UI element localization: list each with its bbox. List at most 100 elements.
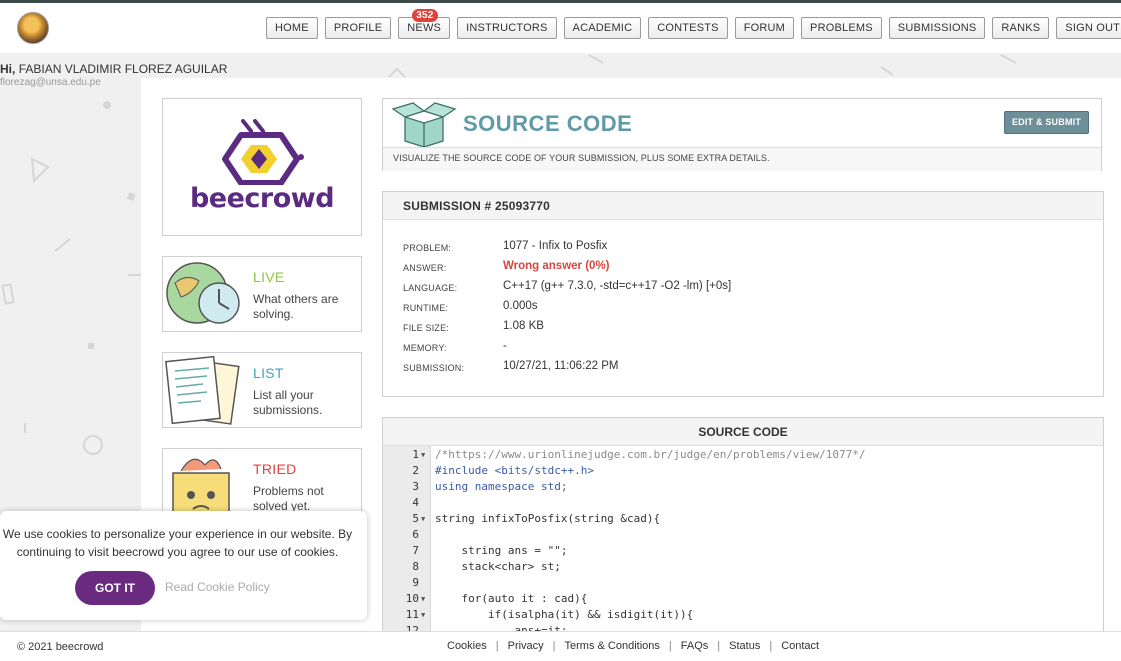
live-description: What others are solving. (253, 292, 339, 321)
code-text: #include <bits/stdc++.h> (435, 464, 594, 477)
copyright-text: © 2021 beecrowd (17, 641, 104, 653)
beecrowd-logo-box[interactable]: beecrowd (162, 98, 362, 236)
line-number: 6 (412, 528, 419, 541)
detail-label: SUBMISSION: (403, 363, 465, 373)
nav-problems-button[interactable]: PROBLEMS (801, 17, 882, 39)
code-text: string ans = ""; (435, 544, 568, 557)
list-description: List all your submissions. (253, 388, 323, 417)
detail-label: RUNTIME: (403, 303, 449, 313)
page-title: SOURCE CODE (463, 111, 633, 136)
footer-link-faqs[interactable]: FAQs (681, 640, 709, 652)
cookie-consent-banner: We use cookies to personalize your exper… (0, 511, 367, 620)
nav-home-button[interactable]: HOME (266, 17, 318, 39)
submission-date-value: 10/27/21, 11:06:22 PM (503, 360, 619, 372)
header-decoration (388, 54, 1017, 78)
code-text: string infixToPosfix(string &cad){ (435, 512, 661, 525)
footer-link-privacy[interactable]: Privacy (508, 640, 544, 652)
code-text: for(auto it : cad){ (435, 592, 588, 605)
footer-separator: | (495, 640, 499, 652)
line-number: 11 (405, 608, 419, 621)
code-text: /*https://www.urionlinejudge.com.br/judg… (435, 448, 866, 461)
code-text: using namespace std; (435, 480, 568, 493)
line-number: 3 (412, 480, 419, 493)
submission-details-box: SUBMISSION # 25093770 PROBLEM: 1077 - In… (382, 191, 1104, 397)
nav-instructors-label: INSTRUCTORS (466, 22, 548, 34)
fold-arrow-icon[interactable]: ▼ (421, 447, 425, 463)
code-line: 11 ▼ if(isalpha(it) && isdigit(it)){ (383, 607, 1103, 623)
footer-separator: | (552, 640, 556, 652)
cookie-policy-link[interactable]: Read Cookie Policy (165, 580, 270, 594)
top-navigation-bar: HOME PROFILE NEWS 352 INSTRUCTORS ACADEMI… (0, 3, 1121, 53)
page-footer: © 2021 beecrowd Cookies | Privacy | Terms … (0, 631, 1121, 661)
footer-link-cookies[interactable]: Cookies (447, 640, 487, 652)
submission-list-icon (165, 355, 240, 425)
nav-contests-label: CONTESTS (657, 22, 719, 34)
nav-home-label: HOME (275, 22, 309, 34)
nav-sign-out-label: SIGN OUT (1065, 22, 1121, 34)
fold-arrow-icon[interactable]: ▼ (421, 607, 425, 623)
nav-news-button[interactable]: NEWS 352 (398, 9, 451, 39)
detail-label: PROBLEM: (403, 243, 452, 253)
code-line: 6 (383, 527, 1103, 543)
tried-description: Problems not solved yet. (253, 484, 324, 513)
source-code-box: SOURCE CODE 1 ▼ /*https://www.urionlineju… (382, 417, 1104, 637)
nav-ranks-button[interactable]: RANKS (992, 17, 1050, 39)
line-number: 7 (412, 544, 419, 557)
globe-clock-icon (166, 262, 240, 324)
side-card-live[interactable]: LIVE What others are solving. (162, 256, 362, 332)
code-line: 9 (383, 575, 1103, 591)
footer-separator: | (668, 640, 672, 652)
detail-label: FILE SIZE: (403, 323, 450, 333)
detail-label: ANSWER: (403, 263, 447, 273)
user-avatar[interactable] (17, 12, 49, 44)
code-line: 4 (383, 495, 1103, 511)
file-size-value: 1.08 KB (503, 320, 544, 332)
line-number: 4 (412, 496, 419, 509)
nav-sign-out-button[interactable]: SIGN OUT (1056, 17, 1121, 39)
edit-submit-button[interactable]: EDIT & SUBMIT (1004, 111, 1089, 134)
source-code-heading: SOURCE CODE (383, 418, 1103, 446)
side-card-list[interactable]: LIST List all your submissions. (162, 352, 362, 428)
footer-link-terms[interactable]: Terms & Conditions (565, 640, 660, 652)
detail-label: LANGUAGE: (403, 283, 458, 293)
tried-title: TRIED (253, 461, 297, 477)
cookie-accept-button[interactable]: GOT IT (75, 571, 155, 605)
code-line: 5 ▼ string infixToPosfix(string &cad){ (383, 511, 1103, 527)
logo-wordmark: beecrowd (189, 183, 335, 214)
nav-academic-button[interactable]: ACADEMIC (563, 17, 642, 39)
nav-forum-button[interactable]: FORUM (734, 17, 795, 39)
code-line: 8 stack<char> st; (383, 559, 1103, 575)
live-title: LIVE (253, 269, 285, 285)
footer-link-contact[interactable]: Contact (781, 640, 819, 652)
nav-submissions-button[interactable]: SUBMISSIONS (888, 17, 986, 39)
line-number: 2 (412, 464, 419, 477)
nav-problems-label: PROBLEMS (810, 22, 873, 34)
news-count-badge: 352 (412, 9, 438, 22)
detail-label: MEMORY: (403, 343, 447, 353)
nav-ranks-label: RANKS (1001, 22, 1041, 34)
source-code-header: SOURCE CODE EDIT & SUBMIT VISUALIZE THE … (382, 98, 1102, 171)
footer-links: Cookies | Privacy | Terms & Conditions | FA… (447, 640, 819, 652)
nav-news-label: NEWS (407, 22, 442, 34)
language-value: C++17 (g++ 7.3.0, -std=c++17 -O2 -lm) [+… (503, 280, 732, 292)
code-line: 3 using namespace std; (383, 479, 1103, 495)
footer-separator: | (717, 640, 721, 652)
nav-academic-label: ACADEMIC (572, 22, 633, 34)
code-line: 7 string ans = ""; (383, 543, 1103, 559)
nav-forum-label: FORUM (743, 22, 786, 34)
footer-link-status[interactable]: Status (729, 640, 760, 652)
problem-link[interactable]: 1077 - Infix to Posfix (503, 240, 607, 252)
code-line: 2 #include <bits/stdc++.h> (383, 463, 1103, 479)
code-line: 1 ▼ /*https://www.urionlinejudge.com.br/j… (383, 447, 1103, 463)
fold-arrow-icon[interactable]: ▼ (421, 511, 425, 527)
main-nav: HOME PROFILE NEWS 352 INSTRUCTORS ACADEMI… (266, 9, 1121, 39)
fold-arrow-icon[interactable]: ▼ (421, 591, 425, 607)
nav-profile-label: PROFILE (333, 22, 383, 34)
cookie-message: We use cookies to personalize your exper… (2, 527, 353, 559)
nav-instructors-button[interactable]: INSTRUCTORS (457, 17, 557, 39)
nav-contests-button[interactable]: CONTESTS (648, 17, 728, 39)
nav-profile-button[interactable]: PROFILE (324, 17, 392, 39)
code-text: if(isalpha(it) && isdigit(it)){ (435, 608, 694, 621)
line-number: 8 (412, 560, 419, 573)
code-text: stack<char> st; (435, 560, 561, 573)
